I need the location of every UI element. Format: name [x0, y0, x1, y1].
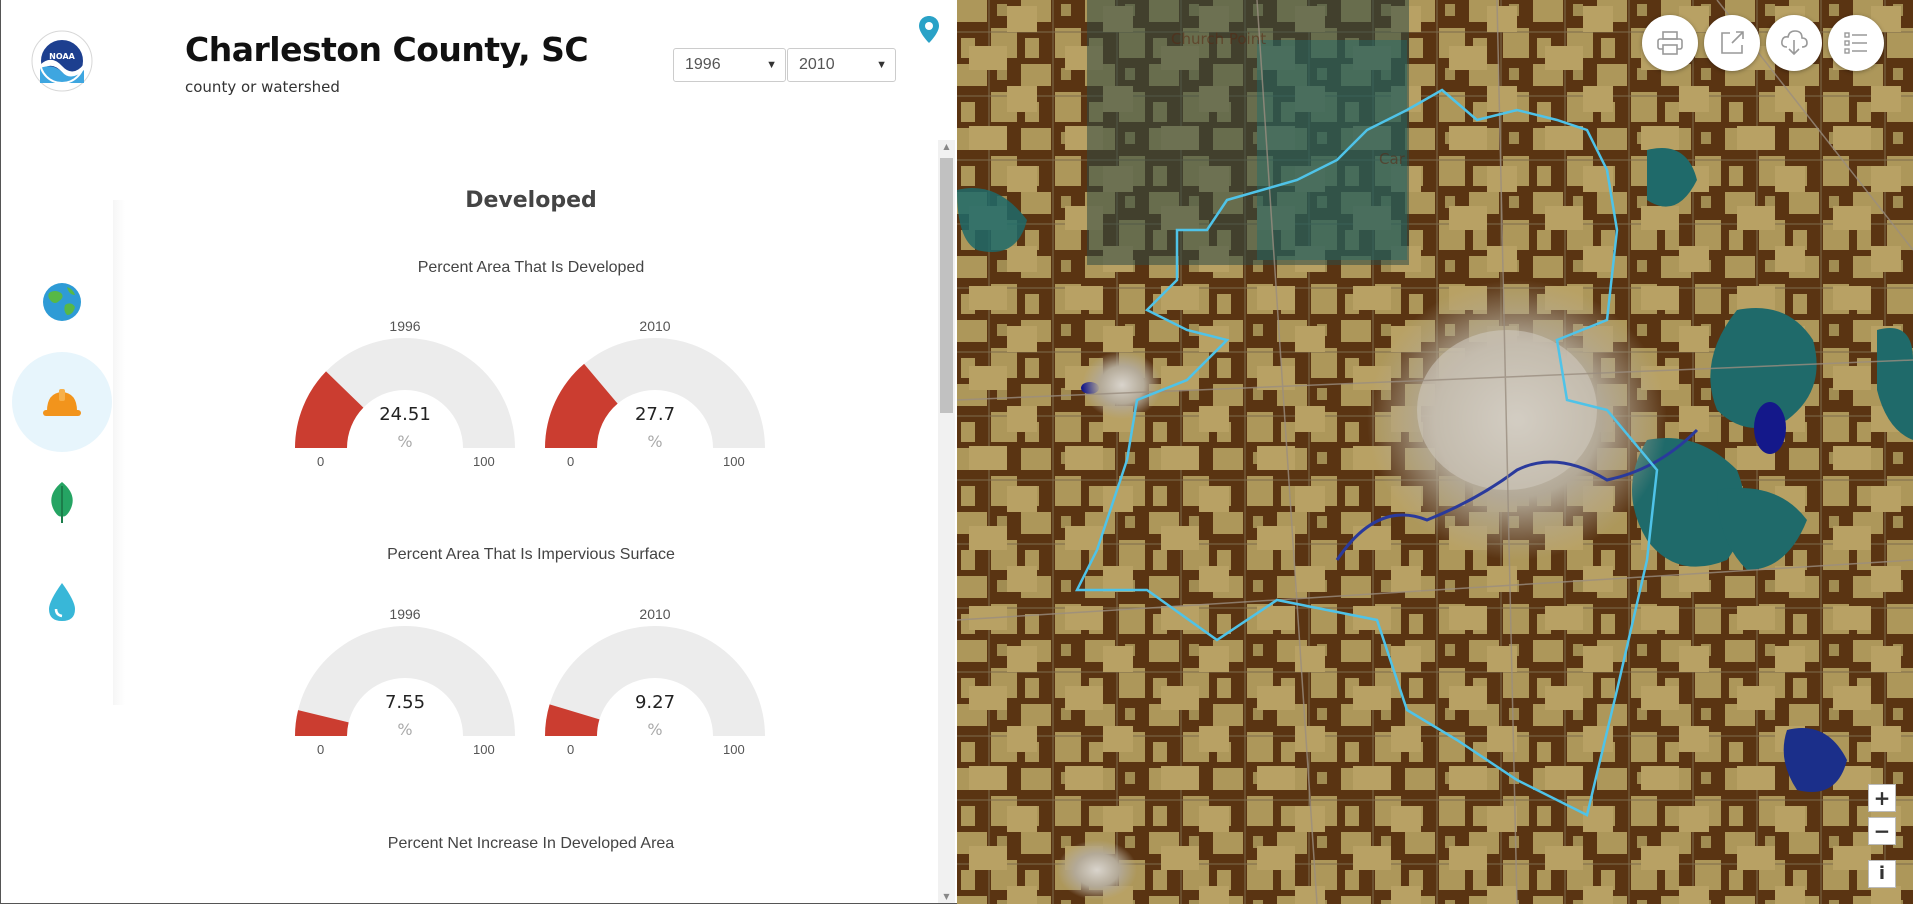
- gauge-year: 2010: [639, 606, 671, 622]
- gauge-value: 7.55: [384, 692, 426, 713]
- layers-list-icon: [1844, 32, 1867, 54]
- gauge: 2010 27.7 % 0 100: [545, 318, 765, 469]
- map-canvas[interactable]: [957, 0, 1913, 904]
- gauge-unit: %: [647, 432, 663, 451]
- print-icon: [1657, 31, 1683, 55]
- chart-title: Percent Net Increase In Developed Area: [387, 835, 675, 852]
- gauge: 2010 9.27 % 0 100: [545, 606, 765, 757]
- gauge-min: 0: [567, 454, 575, 469]
- end-year-value: 2010: [799, 56, 835, 73]
- map-place-label: Car: [1379, 150, 1405, 168]
- report-content: Developed Percent Area That Is Developed…: [131, 140, 931, 903]
- chevron-down-icon: ▼: [876, 59, 887, 71]
- gauge-unit: %: [397, 720, 413, 739]
- gauge-max: 100: [473, 742, 495, 757]
- page-title: Charleston County, SC: [185, 30, 589, 69]
- download-icon: [1781, 30, 1808, 56]
- scroll-up-arrow-icon[interactable]: ▲: [938, 140, 955, 154]
- gauge-unit: %: [397, 432, 413, 451]
- gauge-max: 100: [723, 742, 745, 757]
- water-drop-icon: [49, 583, 75, 621]
- page-subtitle: county or watershed: [185, 78, 340, 96]
- globe-icon: [43, 283, 81, 321]
- chart-title: Percent Area That Is Impervious Surface: [387, 546, 675, 563]
- noaa-logo: NOAA: [31, 30, 93, 92]
- scroll-down-arrow-icon[interactable]: ▼: [938, 890, 955, 903]
- nav-item-developed[interactable]: [12, 352, 112, 452]
- nav-divider: [113, 200, 125, 705]
- info-button[interactable]: i: [1868, 860, 1896, 888]
- chart-title: Percent Area That Is Developed: [417, 259, 645, 276]
- gauge-min: 0: [567, 742, 575, 757]
- svg-text:NOAA: NOAA: [49, 52, 75, 61]
- end-year-select[interactable]: 2010 ▼: [787, 48, 896, 82]
- zoom-in-button[interactable]: +: [1868, 784, 1896, 812]
- land-cover-map[interactable]: Church Point Car: [957, 0, 1913, 904]
- gauge-unit: %: [647, 720, 663, 739]
- print-button[interactable]: [1642, 15, 1698, 71]
- leaf-icon: [51, 482, 73, 523]
- report-panel: NOAA Charleston County, SC county or wat…: [0, 0, 957, 904]
- gauge: 1996 24.51 % 0 100: [295, 318, 515, 469]
- download-button[interactable]: [1766, 15, 1822, 71]
- gauge-year: 1996: [389, 606, 421, 622]
- gauge-max: 100: [723, 454, 745, 469]
- gauge-value: 27.7: [634, 404, 676, 425]
- gauge-min: 0: [317, 742, 325, 757]
- location-pin-icon[interactable]: [918, 15, 940, 45]
- start-year-select[interactable]: 1996 ▼: [673, 48, 786, 82]
- scrollbar[interactable]: ▲ ▼: [938, 140, 955, 903]
- gauge-value: 24.51: [379, 404, 431, 425]
- nav-item-water[interactable]: [12, 552, 112, 652]
- gauge-year: 1996: [389, 318, 421, 334]
- start-year-value: 1996: [685, 56, 721, 73]
- nav-item-forest[interactable]: [12, 452, 112, 552]
- scroll-thumb[interactable]: [940, 158, 953, 413]
- open-external-button[interactable]: [1704, 15, 1760, 71]
- external-link-icon: [1721, 31, 1744, 54]
- zoom-out-button[interactable]: −: [1868, 817, 1896, 845]
- gauge-max: 100: [473, 454, 495, 469]
- gauge-year: 2010: [639, 318, 671, 334]
- layers-list-button[interactable]: [1828, 15, 1884, 71]
- gauge: 1996 7.55 % 0 100: [295, 606, 515, 757]
- map-place-label: Church Point: [1171, 30, 1267, 48]
- section-title: Developed: [465, 188, 597, 213]
- gauge-value: 9.27: [634, 692, 676, 713]
- hard-hat-icon: [43, 389, 81, 416]
- nav-item-land-cover[interactable]: [12, 252, 112, 352]
- gauge-min: 0: [317, 454, 325, 469]
- chevron-down-icon: ▼: [766, 59, 777, 71]
